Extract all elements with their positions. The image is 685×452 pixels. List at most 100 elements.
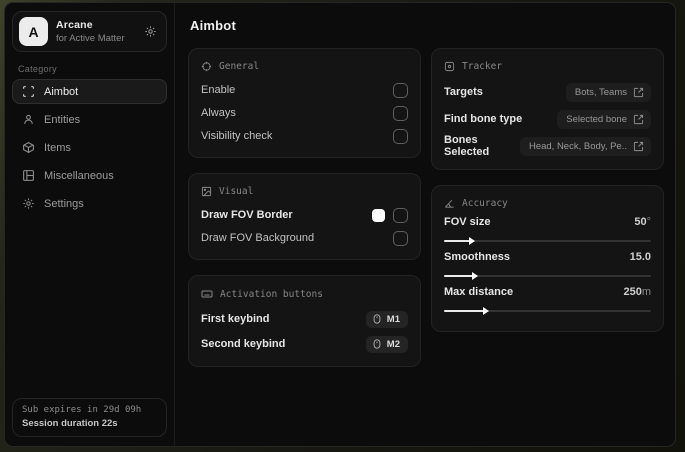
setting-label: Targets: [444, 86, 483, 98]
accuracy-card: Accuracy FOV size 50° Smoothness 15.0 Ma…: [431, 185, 664, 332]
slider-thumb[interactable]: [471, 272, 478, 280]
select-arrow-icon: [633, 114, 644, 125]
gear-icon[interactable]: [144, 25, 157, 38]
cube-icon: [22, 141, 35, 154]
sidebar-item-label: Miscellaneous: [44, 169, 114, 182]
setting-row-visibility-check: Visibility check: [201, 125, 408, 147]
setting-row-always: Always: [201, 102, 408, 124]
first-keybind-button[interactable]: M1: [365, 310, 408, 328]
setting-row-first-keybind: First keybind M1: [201, 307, 408, 331]
setting-label: FOV size: [444, 216, 491, 228]
right-column: Tracker Targets Bots, Teams Find bone ty…: [431, 48, 664, 332]
slider-value: 50°: [634, 216, 651, 228]
logo-letter: A: [28, 23, 39, 40]
bones-selected-dropdown[interactable]: Head, Neck, Body, Pe..: [519, 136, 651, 156]
setting-row-draw-fov-border: Draw FOV Border: [201, 204, 408, 226]
smoothness-slider[interactable]: [444, 272, 651, 280]
subscription-info: Sub expires in 29d 09h Session duration …: [12, 398, 167, 437]
visibility-check-checkbox[interactable]: [393, 128, 408, 144]
section-title: Activation buttons: [220, 288, 323, 300]
main-content: Aimbot General Enable Always Visibility …: [175, 3, 675, 446]
section-title: General: [219, 61, 260, 72]
brand-subtitle: for Active Matter: [56, 33, 125, 44]
slider-value: 250m: [623, 286, 651, 298]
section-title: Visual: [219, 186, 254, 197]
sidebar-item-label: Settings: [44, 197, 84, 210]
setting-label: Draw FOV Border: [201, 209, 293, 221]
sidebar-item-label: Entities: [44, 113, 81, 126]
panels-icon: [22, 169, 35, 182]
setting-row-second-keybind: Second keybind M2: [201, 332, 408, 356]
setting-label: Smoothness: [444, 251, 511, 263]
dropdown-value: Selected bone: [566, 113, 627, 125]
general-card: General Enable Always Visibility check: [188, 48, 421, 158]
category-label: Category: [18, 64, 57, 74]
person-icon: [22, 113, 35, 126]
visual-card: Visual Draw FOV Border Draw FOV Backgrou…: [188, 173, 421, 260]
sidebar-item-miscellaneous[interactable]: Miscellaneous: [12, 163, 167, 188]
brand-card: A Arcane for Active Matter: [12, 11, 167, 52]
setting-label: Second keybind: [201, 338, 286, 350]
sidebar-item-label: Aimbot: [44, 85, 79, 98]
draw-fov-border-checkbox[interactable]: [393, 207, 408, 223]
setting-row-draw-fov-background: Draw FOV Background: [201, 227, 408, 249]
mouse-icon: [372, 314, 382, 324]
select-arrow-icon: [633, 87, 644, 98]
slider-thumb[interactable]: [483, 307, 490, 315]
image-icon: [201, 186, 212, 197]
app-window: A Arcane for Active Matter Category Aimb…: [4, 2, 676, 447]
tracker-card-header: Tracker: [444, 61, 651, 72]
dropdown-value: Bots, Teams: [574, 86, 627, 98]
setting-label: Find bone type: [444, 113, 523, 125]
general-card-header: General: [201, 61, 408, 72]
scan-icon: [22, 85, 35, 98]
page-title: Aimbot: [190, 18, 236, 33]
keyboard-icon: [201, 288, 213, 300]
keybind-value: M2: [386, 338, 400, 350]
target-box-icon: [444, 61, 455, 72]
setting-label: Enable: [201, 84, 236, 96]
draw-fov-background-checkbox[interactable]: [393, 230, 408, 246]
find-bone-type-dropdown[interactable]: Selected bone: [557, 109, 651, 129]
setting-row-enable: Enable: [201, 79, 408, 101]
setting-label: Always: [201, 107, 236, 119]
setting-label: Visibility check: [201, 130, 273, 142]
fov-border-color-swatch[interactable]: [372, 208, 385, 222]
gear-icon: [22, 197, 35, 210]
select-arrow-icon: [633, 141, 644, 152]
dropdown-value: Head, Neck, Body, Pe..: [528, 140, 627, 152]
slider-thumb[interactable]: [468, 237, 475, 245]
crosshair-icon: [201, 61, 212, 72]
sub-expiry-text: Sub expires in 29d 09h: [22, 405, 142, 415]
left-column: General Enable Always Visibility check V…: [188, 48, 421, 367]
setting-label: Bones Selected: [444, 134, 490, 158]
slider-group-fov-size: FOV size 50°: [444, 216, 651, 245]
setting-label: First keybind: [201, 313, 270, 325]
targets-dropdown[interactable]: Bots, Teams: [565, 82, 651, 102]
setting-row-targets: Targets Bots, Teams: [444, 79, 651, 105]
sidebar-item-entities[interactable]: Entities: [12, 107, 167, 132]
setting-row-bones-selected: Bones Selected Head, Neck, Body, Pe..: [444, 133, 651, 159]
app-logo: A: [19, 17, 48, 46]
brand-text: Arcane for Active Matter: [56, 19, 125, 44]
sidebar-item-items[interactable]: Items: [12, 135, 167, 160]
max-distance-slider[interactable]: [444, 307, 651, 315]
always-checkbox[interactable]: [393, 105, 408, 121]
activation-buttons-card: Activation buttons First keybind M1 Seco…: [188, 275, 421, 367]
sidebar: A Arcane for Active Matter Category Aimb…: [5, 3, 175, 446]
accuracy-card-header: Accuracy: [444, 198, 651, 209]
angle-icon: [444, 198, 455, 209]
fov-size-slider[interactable]: [444, 237, 651, 245]
section-title: Accuracy: [462, 198, 508, 209]
slider-group-max-distance: Max distance 250m: [444, 286, 651, 315]
enable-checkbox[interactable]: [393, 82, 408, 98]
second-keybind-button[interactable]: M2: [365, 335, 408, 353]
sidebar-item-label: Items: [44, 141, 71, 154]
sidebar-item-aimbot[interactable]: Aimbot: [12, 79, 167, 104]
setting-label: Draw FOV Background: [201, 232, 315, 244]
setting-label: Max distance: [444, 286, 514, 298]
keybind-value: M1: [386, 313, 400, 325]
sidebar-item-settings[interactable]: Settings: [12, 191, 167, 216]
slider-value: 15.0: [629, 251, 651, 263]
activation-card-header: Activation buttons: [201, 288, 408, 300]
